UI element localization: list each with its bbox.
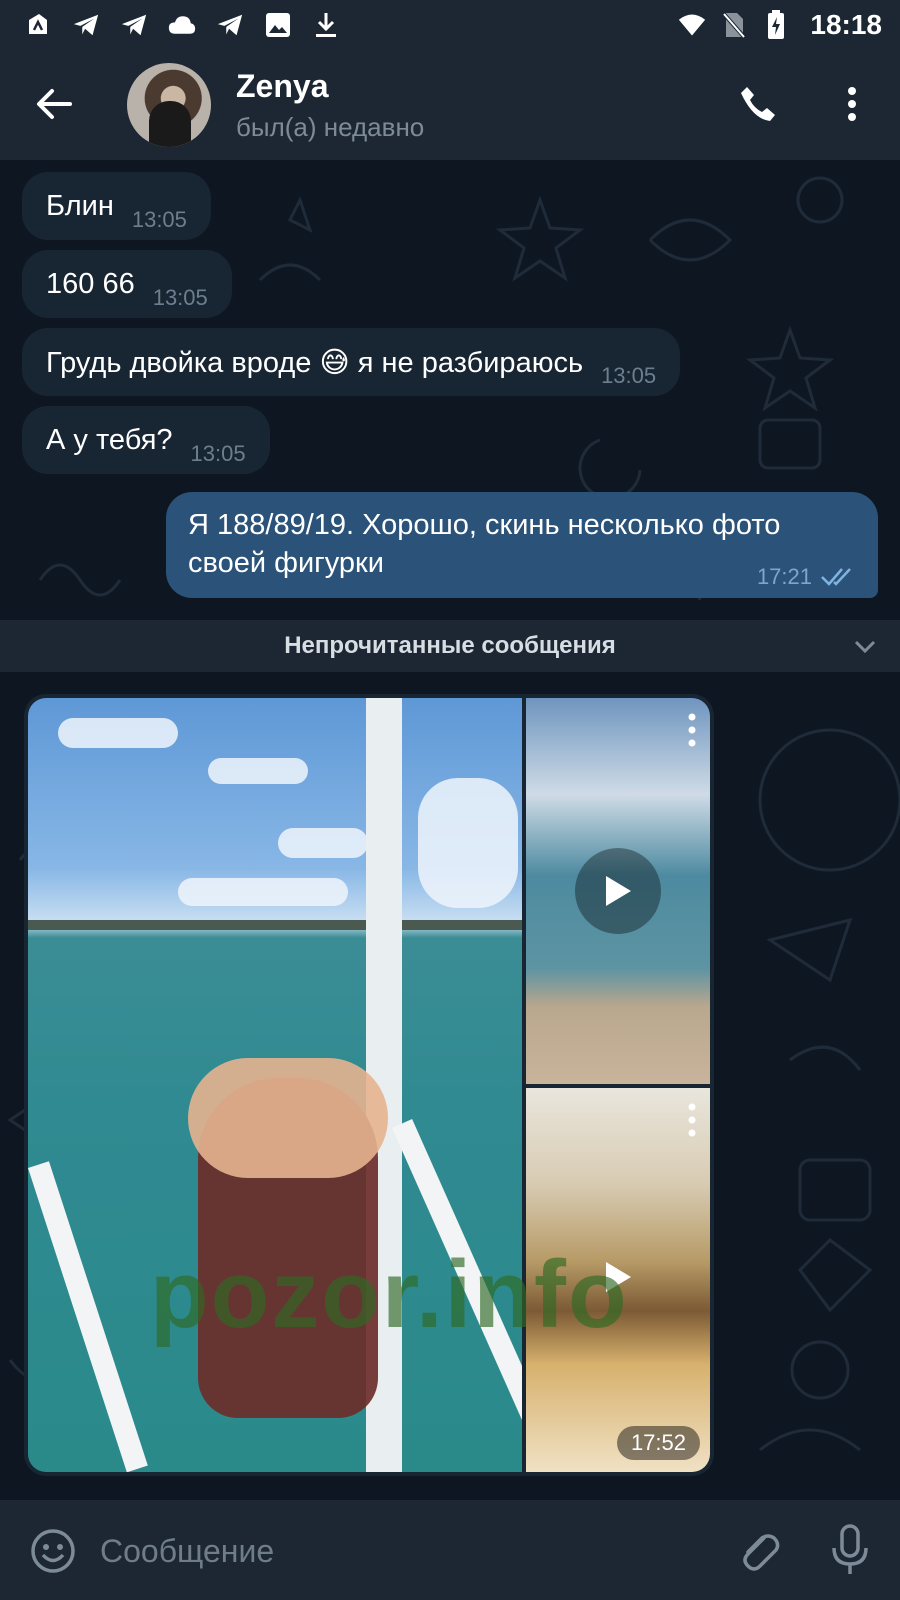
unread-label: Непрочитанные сообщения: [284, 632, 616, 659]
message-time: 17:21: [756, 564, 812, 589]
message-time: 13:05: [152, 285, 208, 310]
cloud-shape: [418, 778, 518, 908]
microphone-icon[interactable]: [830, 1524, 870, 1576]
message-time: 13:05: [190, 441, 246, 466]
message-bubble-incoming[interactable]: Грудь двойка вроде 😅 я не разбираюсь 13:…: [22, 328, 681, 396]
telegram-icon: [120, 11, 148, 39]
status-bar: 18:18: [0, 0, 900, 50]
shoreline: [28, 920, 522, 930]
video-duration: 17:52: [616, 1426, 700, 1460]
play-button[interactable]: [575, 848, 661, 934]
telegram-icon: [72, 11, 100, 39]
unread-messages-divider: Непрочитанные сообщения: [0, 620, 900, 672]
play-icon: [606, 1262, 631, 1292]
contact-name[interactable]: Zenya: [236, 68, 328, 105]
emoji-icon[interactable]: [30, 1528, 76, 1574]
message-bubble-incoming[interactable]: Блин 13:05: [22, 172, 211, 240]
app-icon: [24, 11, 52, 39]
boat-rail: [28, 1161, 148, 1472]
phone-icon: [741, 87, 775, 121]
call-button[interactable]: [734, 80, 782, 128]
message-text: А у тебя?: [46, 423, 173, 456]
play-icon: [606, 876, 631, 906]
more-vertical-icon[interactable]: [684, 712, 700, 748]
video-thumbnail[interactable]: [526, 698, 710, 1084]
battery-charging-icon: [762, 10, 790, 39]
cloud-shape: [178, 878, 348, 906]
message-bubble-incoming[interactable]: 160 66 13:05: [22, 250, 232, 318]
chevron-down-icon[interactable]: [852, 634, 878, 660]
person-figure: [188, 1058, 388, 1178]
video-thumbnail[interactable]: 17:52: [526, 1088, 710, 1472]
cloud-shape: [278, 828, 368, 858]
cloud-icon: [168, 11, 196, 39]
cloud-shape: [208, 758, 308, 784]
back-button[interactable]: [32, 82, 76, 126]
more-vertical-icon[interactable]: [684, 1102, 700, 1138]
photo-thumbnail[interactable]: [28, 698, 522, 1472]
boat-rail: [392, 1119, 522, 1457]
message-text: Блин: [46, 189, 114, 222]
media-group: 17:52: [24, 694, 714, 1476]
message-time: 13:05: [601, 363, 657, 388]
message-input[interactable]: [98, 1526, 702, 1576]
arrow-left-icon: [37, 89, 72, 119]
telegram-icon: [216, 11, 244, 39]
message-time: 13:05: [131, 207, 187, 232]
cloud-shape: [58, 718, 178, 748]
paperclip-icon[interactable]: [734, 1526, 782, 1574]
notification-icons: [0, 11, 340, 39]
download-icon: [312, 11, 340, 39]
image-icon: [264, 11, 292, 39]
message-bubble-outgoing[interactable]: Я 188/89/19. Хорошо, скинь несколько фот…: [166, 492, 878, 598]
avatar[interactable]: [127, 63, 211, 147]
message-text: Грудь двойка вроде 😅 я не разбираюсь: [46, 346, 584, 379]
message-text: 160 66: [46, 267, 135, 300]
more-options-button[interactable]: [832, 80, 872, 128]
play-button[interactable]: [575, 1234, 661, 1320]
message-input-bar: [0, 1500, 900, 1600]
double-check-icon: [821, 568, 851, 586]
clock: 18:18: [810, 9, 882, 40]
system-icons: 18:18: [678, 9, 900, 41]
wifi-icon: [678, 11, 706, 39]
chat-area[interactable]: Блин 13:05 160 66 13:05 Грудь двойка вро…: [0, 160, 900, 1500]
contact-status: был(а) недавно: [236, 112, 425, 142]
chat-header: Zenya был(а) недавно: [0, 50, 900, 160]
no-sim-icon: [720, 11, 748, 39]
message-bubble-incoming[interactable]: А у тебя? 13:05: [22, 406, 270, 474]
more-vertical-icon: [848, 87, 856, 121]
